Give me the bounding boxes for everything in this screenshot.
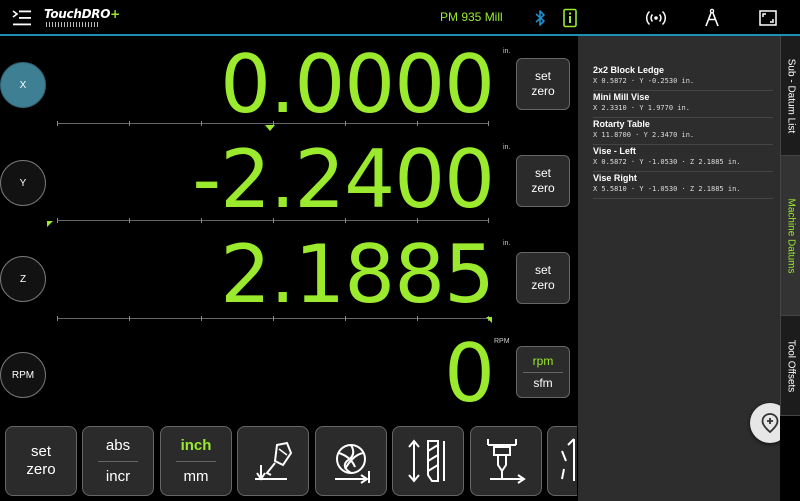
- abs-incr-toggle[interactable]: abs incr: [82, 426, 154, 496]
- x-readout: 0.0000: [220, 38, 495, 131]
- fullscreen-icon[interactable]: [758, 8, 778, 28]
- rpm-sfm-toggle[interactable]: rpm sfm: [516, 346, 570, 398]
- z-position-marker: [486, 317, 492, 323]
- app-logo: TouchDRO+: [44, 7, 120, 29]
- axis-x-button[interactable]: X: [0, 62, 46, 108]
- bluetooth-icon[interactable]: [530, 8, 550, 28]
- top-bar: TouchDRO+ PM 935 Mill: [0, 0, 800, 36]
- datum-item[interactable]: Vise - Left X 0.5872 · Y -1.0530 · Z 2.1…: [593, 146, 773, 172]
- end-mill-button[interactable]: [315, 426, 387, 496]
- info-icon[interactable]: [560, 8, 580, 28]
- axis-y-button[interactable]: Y: [0, 160, 46, 206]
- partial-tool-icon: [560, 438, 575, 481]
- set-zero-z-button[interactable]: set zero: [516, 252, 570, 304]
- tab-tool-offsets[interactable]: Tool Offsets: [780, 316, 800, 416]
- datum-item[interactable]: 2x2 Block Ledge X 0.5872 · Y -0.2530 in.: [593, 65, 773, 91]
- x-position-marker: [265, 125, 275, 131]
- datum-item[interactable]: Vise Right X 5.5810 · Y -1.0530 · Z 2.18…: [593, 173, 773, 199]
- signal-icon[interactable]: [646, 8, 666, 28]
- add-location-icon: [761, 413, 779, 434]
- machine-datums-panel: 2x2 Block Ledge X 0.5872 · Y -0.2530 in.…: [578, 36, 780, 501]
- datum-item[interactable]: Rotarty Table X 11.8700 · Y 2.3470 in.: [593, 119, 773, 145]
- x-unit: in.: [503, 48, 511, 55]
- probe-edge-icon: [255, 441, 293, 481]
- tool-length-icon: [408, 439, 445, 483]
- machine-name[interactable]: PM 935 Mill: [440, 10, 503, 24]
- edge-finder-button[interactable]: [237, 426, 309, 496]
- z-ruler: [57, 316, 489, 321]
- datum-item[interactable]: Mini Mill Vise X 2.3310 · Y 1.9770 in.: [593, 92, 773, 118]
- end-mill-icon: [335, 444, 370, 484]
- side-tabs: Sub - Datum List Machine Datums Tool Off…: [780, 36, 800, 501]
- center-drill-button[interactable]: [470, 426, 542, 496]
- more-tools-button[interactable]: [547, 426, 577, 496]
- z-unit: in.: [503, 240, 511, 247]
- x-ruler: [57, 121, 489, 126]
- drill-center-icon: [487, 439, 526, 484]
- y-ruler: [57, 218, 489, 223]
- z-readout: 2.1885: [220, 228, 495, 321]
- compass-icon[interactable]: [702, 8, 722, 28]
- y-readout: -2.2400: [192, 133, 495, 226]
- inch-mm-toggle[interactable]: inch mm: [160, 426, 232, 496]
- tool-length-button[interactable]: [392, 426, 464, 496]
- tab-machine-datums[interactable]: Machine Datums: [780, 156, 800, 316]
- set-zero-y-button[interactable]: set zero: [516, 155, 570, 207]
- y-unit: in.: [503, 144, 511, 151]
- set-zero-x-button[interactable]: set zero: [516, 58, 570, 110]
- rpm-unit: RPM: [494, 338, 510, 345]
- y-position-marker: [47, 221, 53, 227]
- set-zero-all-button[interactable]: set zero: [5, 426, 77, 496]
- rpm-button[interactable]: RPM: [0, 352, 46, 398]
- menu-icon[interactable]: [12, 9, 32, 27]
- rpm-readout: 0: [444, 327, 495, 420]
- tab-sub-datum-list[interactable]: Sub - Datum List: [780, 36, 800, 156]
- axis-z-button[interactable]: Z: [0, 256, 46, 302]
